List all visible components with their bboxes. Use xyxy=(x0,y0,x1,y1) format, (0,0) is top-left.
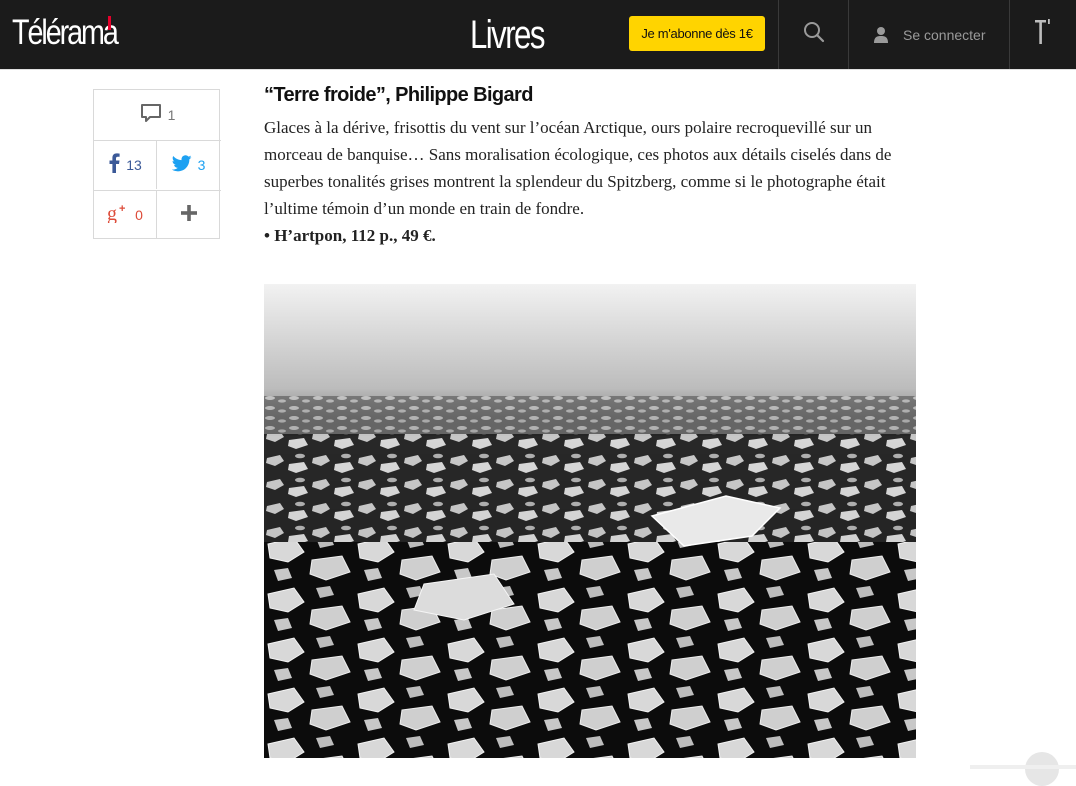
facebook-icon xyxy=(108,153,120,176)
book-reference: • H’artpon, 112 p., 49 €. xyxy=(264,226,436,245)
plus-icon xyxy=(180,204,198,225)
logo-text: Télérama xyxy=(12,13,119,52)
svg-text:g: g xyxy=(107,203,117,223)
googleplus-count: 0 xyxy=(135,206,143,223)
logo-red-mark xyxy=(108,16,111,30)
search-button[interactable] xyxy=(779,0,848,69)
comments-count: 1 xyxy=(167,106,176,123)
login-link[interactable]: Se connecter xyxy=(849,0,1009,69)
telerama-t-button[interactable] xyxy=(1010,0,1076,69)
scroll-to-top-button[interactable] xyxy=(1025,752,1059,786)
twitter-share-button[interactable]: 3 xyxy=(157,140,220,189)
subscribe-button[interactable]: Je m'abonne dès 1€ xyxy=(629,16,765,51)
search-icon xyxy=(803,21,825,48)
photo-drifting-ice xyxy=(264,284,916,758)
user-icon xyxy=(873,26,889,44)
site-header: Télérama Livres Je m'abonne dès 1€ Se co… xyxy=(0,0,1076,70)
telerama-logo[interactable]: Télérama xyxy=(12,12,140,54)
comments-button[interactable]: 1 xyxy=(94,90,221,139)
section-title[interactable]: Livres xyxy=(470,12,545,58)
twitter-count: 3 xyxy=(197,156,206,173)
article-title: “Terre froide”, Philippe Bigard xyxy=(264,84,533,106)
more-share-button[interactable] xyxy=(157,190,220,239)
googleplus-share-button[interactable]: g + 0 xyxy=(94,190,157,239)
login-label: Se connecter xyxy=(903,26,986,43)
share-box: 1 13 3 g + 0 xyxy=(93,89,221,239)
bottom-bar xyxy=(970,765,1076,769)
article-body: Glaces à la dérive, frisottis du vent su… xyxy=(264,118,892,218)
facebook-share-button[interactable]: 13 xyxy=(94,140,157,189)
header-bottom-border xyxy=(0,69,1076,70)
svg-text:+: + xyxy=(119,203,125,215)
comment-icon xyxy=(140,103,162,126)
telerama-t-icon xyxy=(1033,17,1053,52)
article-photo xyxy=(264,284,916,758)
facebook-count: 13 xyxy=(126,156,142,173)
twitter-icon xyxy=(171,154,192,175)
googleplus-icon: g + xyxy=(107,203,129,226)
